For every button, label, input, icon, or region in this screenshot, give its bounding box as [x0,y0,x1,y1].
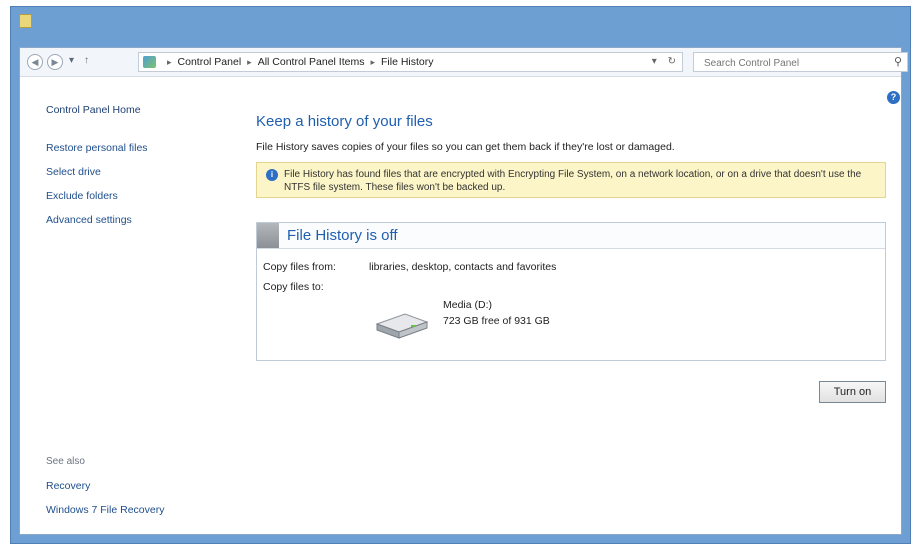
window-client-area: ◀ ▶ ▾ ↑ ▸ Control Panel ▸ All Control Panel… [19,47,908,535]
copy-from-label: Copy files from: [263,261,336,273]
title-bar[interactable] [11,7,910,47]
hard-drive-icon [375,313,429,339]
copy-from-value: libraries, desktop, contacts and favorit… [369,261,557,273]
page-title: Keep a history of your files [256,113,433,130]
sidebar-windows7-file-recovery[interactable]: Windows 7 File Recovery [46,504,164,516]
sidebar-control-panel-home[interactable]: Control Panel Home [46,104,141,116]
refresh-icon[interactable]: ↻ [668,56,676,67]
address-bar: ◀ ▶ ▾ ↑ ▸ Control Panel ▸ All Control Panel… [20,48,908,77]
sidebar-advanced-settings[interactable]: Advanced settings [46,214,132,226]
file-history-window: ◀ ▶ ▾ ↑ ▸ Control Panel ▸ All Control Panel… [10,6,911,544]
breadcrumb-control-panel[interactable]: Control Panel [178,56,242,68]
sidebar-exclude-folders[interactable]: Exclude folders [46,190,118,202]
info-bar: i File History has found files that are … [256,162,886,198]
sidebar-restore-personal-files[interactable]: Restore personal files [46,142,148,154]
status-panel: File History is off Copy files from: lib… [256,222,886,361]
help-icon[interactable]: ? [887,91,900,104]
status-indicator [257,223,279,248]
info-message: File History has found files that are en… [284,169,862,193]
search-box: ⚲ [693,52,908,72]
address-dropdown-icon[interactable]: ▾ [652,56,657,67]
path-controls: ▾ ↻ [652,56,676,67]
main-content: Keep a history of your files File Histor… [256,76,886,534]
address-path[interactable]: ▸ Control Panel ▸ All Control Panel Items ▸ F… [138,52,683,72]
search-icon[interactable]: ⚲ [894,55,902,68]
sidebar: Control Panel Home Restore personal file… [20,76,238,534]
copy-to-label: Copy files to: [263,281,324,293]
breadcrumb-file-history[interactable]: File History [381,56,434,68]
up-arrow-icon[interactable]: ↑ [84,55,89,66]
status-header: File History is off [257,223,885,249]
sidebar-select-drive[interactable]: Select drive [46,166,101,178]
drive-free-space: 723 GB free of 931 GB [443,315,550,327]
status-title: File History is off [287,227,398,244]
back-arrow-icon[interactable]: ◀ [27,54,43,70]
breadcrumb-separator: ▸ [247,57,252,67]
chevron-down-icon[interactable]: ▾ [69,55,74,66]
breadcrumb: ▸ Control Panel ▸ All Control Panel Items ▸ F… [161,56,434,68]
breadcrumb-separator: ▸ [370,57,376,67]
see-also-caption: See also [46,456,85,467]
breadcrumb-all-items[interactable]: All Control Panel Items [258,56,365,68]
search-input[interactable] [702,54,881,72]
info-icon: i [266,169,278,181]
breadcrumb-separator: ▸ [167,57,172,67]
page-description: File History saves copies of your files … [256,141,675,153]
drive-name: Media (D:) [443,299,493,311]
app-icon [19,14,32,28]
turn-on-button[interactable]: Turn on [819,381,886,403]
sidebar-recovery[interactable]: Recovery [46,480,90,492]
forward-arrow-icon[interactable]: ▶ [47,54,63,70]
control-panel-icon [143,56,156,68]
